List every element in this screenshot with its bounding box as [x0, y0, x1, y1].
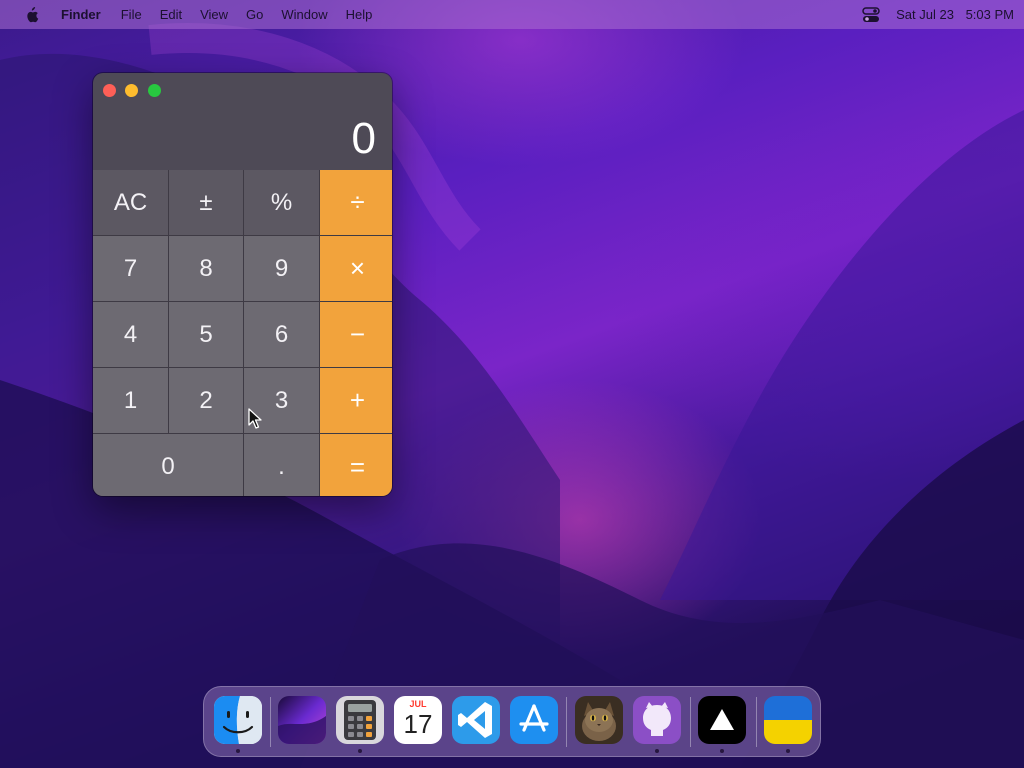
- app-store-icon[interactable]: [510, 696, 558, 744]
- close-button[interactable]: [103, 84, 116, 97]
- key-0[interactable]: 0: [93, 434, 243, 496]
- key-1[interactable]: 1: [93, 368, 168, 433]
- menu-go[interactable]: Go: [246, 7, 263, 22]
- clock-date: Sat Jul 23: [896, 7, 954, 22]
- dock-separator: [270, 697, 271, 747]
- calculator-keypad: AC ± % ÷ 7 8 9 × 4 5 6 − 1 2 3 + 0 . =: [93, 170, 392, 496]
- key-9[interactable]: 9: [244, 236, 319, 301]
- apple-logo-icon[interactable]: [20, 6, 42, 23]
- vercel-icon[interactable]: [698, 696, 746, 744]
- menu-edit[interactable]: Edit: [160, 7, 182, 22]
- key-plus-minus[interactable]: ±: [169, 170, 243, 235]
- menu-file[interactable]: File: [121, 7, 142, 22]
- key-2[interactable]: 2: [169, 368, 243, 433]
- dock-separator: [566, 697, 567, 747]
- cat-photo-icon[interactable]: [575, 696, 623, 744]
- menu-app-name[interactable]: Finder: [61, 7, 101, 22]
- key-plus[interactable]: +: [320, 368, 392, 433]
- key-divide[interactable]: ÷: [320, 170, 392, 235]
- calculator-titlebar[interactable]: [93, 73, 392, 107]
- vscode-icon[interactable]: [452, 696, 500, 744]
- key-7[interactable]: 7: [93, 236, 168, 301]
- vercel-running-indicator: [720, 749, 724, 753]
- github-desktop-running-indicator: [655, 749, 659, 753]
- calendar-day: 17: [403, 709, 433, 739]
- dock-separator: [690, 697, 691, 747]
- ukraine-flag-running-indicator: [786, 749, 790, 753]
- menu-bar: Finder File Edit View Go Window Help Sat…: [0, 0, 1024, 29]
- mouse-pointer-icon: [248, 408, 262, 429]
- key-decimal[interactable]: .: [244, 434, 319, 496]
- calculator-window: 0 AC ± % ÷ 7 8 9 × 4 5 6 − 1 2 3 + 0 . =: [93, 73, 392, 496]
- ukraine-flag-icon[interactable]: [764, 696, 812, 744]
- key-equals[interactable]: =: [320, 434, 392, 496]
- menu-help[interactable]: Help: [346, 7, 373, 22]
- finder-icon[interactable]: [214, 696, 262, 744]
- minimize-button[interactable]: [125, 84, 138, 97]
- calendar-icon[interactable]: JUL 17: [394, 696, 442, 744]
- dock-separator: [756, 697, 757, 747]
- calculator-icon[interactable]: [336, 696, 384, 744]
- calculator-running-indicator: [358, 749, 362, 753]
- key-all-clear[interactable]: AC: [93, 170, 168, 235]
- menu-bar-clock[interactable]: Sat Jul 23 5:03 PM: [896, 7, 1014, 22]
- key-percent[interactable]: %: [244, 170, 319, 235]
- calendar-month: JUL: [409, 699, 427, 709]
- finder-running-indicator: [236, 749, 240, 753]
- launchpad-icon[interactable]: [278, 696, 326, 744]
- key-8[interactable]: 8: [169, 236, 243, 301]
- key-minus[interactable]: −: [320, 302, 392, 367]
- menu-bar-status-area: Sat Jul 23 5:03 PM: [862, 0, 1014, 29]
- calculator-display: 0: [351, 114, 376, 163]
- dock: JUL 17: [203, 686, 821, 757]
- key-4[interactable]: 4: [93, 302, 168, 367]
- key-5[interactable]: 5: [169, 302, 243, 367]
- menu-window[interactable]: Window: [281, 7, 327, 22]
- zoom-button[interactable]: [148, 84, 161, 97]
- menu-view[interactable]: View: [200, 7, 228, 22]
- key-6[interactable]: 6: [244, 302, 319, 367]
- key-multiply[interactable]: ×: [320, 236, 392, 301]
- github-desktop-icon[interactable]: [633, 696, 681, 744]
- clock-time: 5:03 PM: [965, 7, 1014, 22]
- control-center-icon[interactable]: [862, 6, 880, 23]
